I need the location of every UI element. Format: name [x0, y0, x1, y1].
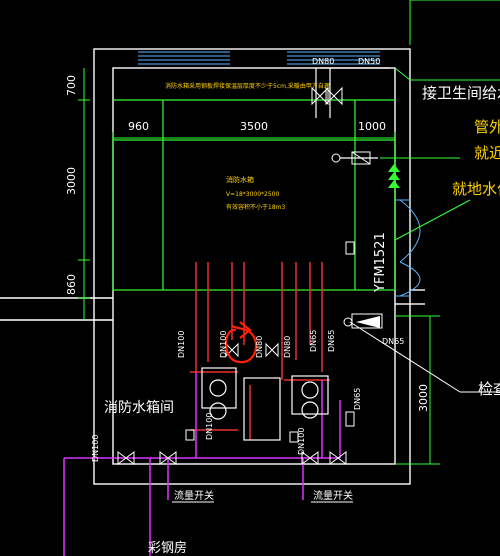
tank-spec-capacity: 有效容积不小于18m3 — [226, 203, 285, 211]
dim-top-3: 1000 — [358, 120, 386, 133]
pipe-label-dn50-top: DN50 — [358, 57, 380, 66]
pipe-label-dn65-a: DN65 — [309, 330, 318, 352]
tank-title: 消防水箱 — [226, 175, 254, 184]
dim-top-1: 960 — [128, 120, 149, 133]
dim-left-3: 860 — [65, 274, 78, 295]
dim-left-1: 700 — [65, 75, 78, 96]
door-label: YFM1521 — [373, 232, 388, 293]
pipe-label-dn100-d: DN100 — [91, 435, 100, 462]
room-label: 消防水箱间 — [104, 400, 174, 416]
pipe-label-dn65-right: DN65 — [382, 337, 404, 346]
pipe-label-dn65-c: DN65 — [353, 388, 362, 410]
markup-circle — [224, 321, 257, 364]
pipe-label-dn80-mid-a: DN80 — [255, 336, 264, 358]
callout-sanitary-supply: 接卫生间给水 — [422, 84, 500, 102]
callout-pipe-out: 管外 — [474, 118, 500, 136]
pipe-label-dn100-c: DN100 — [205, 413, 214, 440]
tank-note-top: 消防水箱采用钢板焊接保温层厚度不少于5cm,采暖由甲方自理 — [165, 82, 330, 90]
flow-switch-right: 流量开关 — [313, 489, 353, 502]
callout-local-level: 就地水位 — [452, 180, 500, 198]
pipe-label-dn100-a: DN100 — [177, 331, 186, 358]
dim-right: 3000 — [417, 384, 430, 412]
dim-top-2: 3500 — [240, 120, 268, 133]
pipe-label-dn80-mid-b: DN80 — [283, 336, 292, 358]
dim-left-2: 3000 — [65, 167, 78, 195]
cad-drawing: 消防水箱采用钢板焊接保温层厚度不少于5cm,采暖由甲方自理 消防水箱 V=18*… — [0, 0, 500, 556]
pipe-label-dn80-top: DN80 — [312, 57, 334, 66]
pipe-label-dn100-b: DN100 — [219, 331, 228, 358]
callout-inspection: 检查 — [478, 380, 500, 398]
flow-switch-left: 流量开关 — [174, 489, 214, 502]
fountain-symbols — [388, 164, 400, 188]
door-symbol — [395, 199, 421, 297]
pipe-label-dn65-b: DN65 — [327, 330, 336, 352]
pump-units — [201, 367, 329, 441]
tank-spec-size: V=18*3000*2500 — [226, 191, 279, 198]
white-pipes — [315, 67, 390, 159]
top-windows — [138, 51, 380, 65]
pipe-label-dn100-e: DN100 — [297, 428, 306, 455]
color-steel-room-label: 彩钢房 — [148, 540, 187, 556]
callout-nearby: 就近 — [474, 144, 500, 162]
